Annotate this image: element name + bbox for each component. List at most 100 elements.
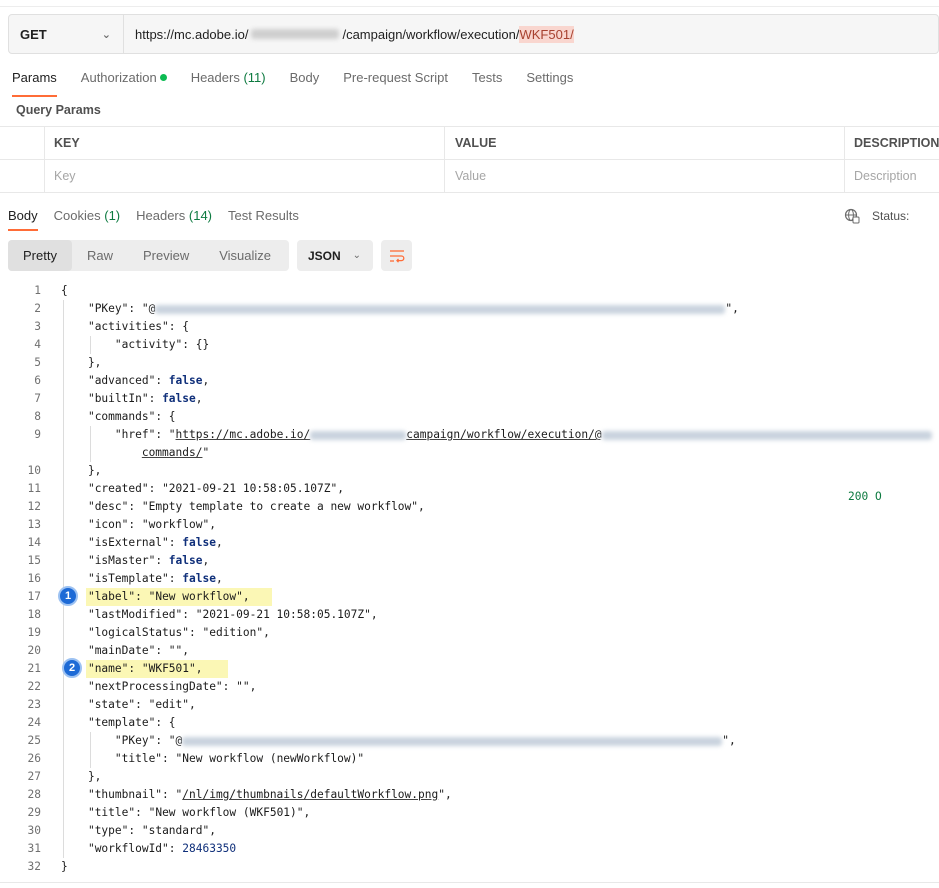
code-line: 14 "isExternal": false, — [27, 536, 223, 549]
method-select[interactable]: GET ⌄ — [9, 15, 124, 53]
code-line: 13 "icon": "workflow", — [27, 518, 216, 531]
params-table: KEY VALUE DESCRIPTION Key Value Descript… — [0, 126, 939, 193]
tab-count: (11) — [243, 70, 266, 85]
code-line: 20 "mainDate": "", — [27, 644, 190, 657]
tab-response-headers[interactable]: Headers (14) — [136, 208, 228, 223]
code-line: 5 }, — [34, 356, 102, 369]
view-visualize-button[interactable]: Visualize — [204, 240, 286, 271]
tab-label: Tests — [472, 70, 503, 85]
code-line: 29 "title": "New workflow (WKF501)", — [27, 806, 311, 819]
url-suffix: / — [570, 25, 574, 43]
code-line: 25 "PKey": "@ ", — [27, 734, 736, 747]
tab-label: Headers — [136, 208, 186, 223]
code-line: 21 "name": "WKF501", — [27, 662, 203, 675]
tab-label: Body — [8, 208, 38, 223]
code-line: 9 "href": "https://mc.adobe.io/campaign/… — [0, 426, 939, 444]
format-select[interactable]: JSON ⌄ — [297, 240, 373, 271]
code-line: 7 "builtIn": false, — [34, 392, 203, 405]
code-line: 27 }, — [27, 770, 102, 783]
format-label: JSON — [308, 248, 341, 263]
tab-label: Params — [12, 70, 57, 85]
code-line: 23 "state": "edit", — [27, 698, 196, 711]
header-key: KEY — [44, 127, 444, 159]
code-line: 12 "desc": "Empty template to create a n… — [27, 500, 425, 513]
tab-pre-request-script[interactable]: Pre-request Script — [331, 70, 460, 92]
code-line: 24 "template": { — [27, 716, 176, 729]
request-tabs: Params Authorization Headers (11) Body P… — [12, 70, 585, 97]
view-preview-button[interactable]: Preview — [128, 240, 204, 271]
tab-label: Test Results — [228, 208, 299, 223]
bottom-divider — [0, 882, 939, 883]
tab-settings[interactable]: Settings — [514, 70, 585, 92]
tab-label: Pre-request Script — [343, 70, 449, 85]
tab-headers[interactable]: Headers (11) — [179, 70, 278, 92]
chevron-down-icon: ⌄ — [101, 28, 111, 41]
code-line: 19 "logicalStatus": "edition", — [27, 626, 270, 639]
response-status: Status: 200 O — [844, 208, 910, 503]
table-row: Key Value Description — [0, 160, 939, 193]
tab-label: Settings — [526, 70, 574, 85]
tab-count: (1) — [104, 208, 121, 223]
code-line: 30 "type": "standard", — [27, 824, 216, 837]
code-line: 28 "thumbnail": "/nl/img/thumbnails/defa… — [27, 788, 452, 801]
view-mode-switch: Pretty Raw Preview Visualize — [8, 240, 289, 271]
code-line: 1{ — [34, 284, 68, 297]
value-input[interactable]: Value — [444, 160, 844, 192]
code-line: 15 "isMaster": false, — [27, 554, 210, 567]
table-header-row: KEY VALUE DESCRIPTION — [0, 127, 939, 160]
wrap-lines-button[interactable] — [381, 240, 412, 271]
response-body-code[interactable]: 1{ 2 "PKey": "@ ", 3 "activities": { 4 "a… — [0, 282, 939, 876]
code-line: commands/" — [141, 446, 210, 459]
tab-test-results[interactable]: Test Results — [228, 208, 315, 223]
code-line: 10 }, — [27, 464, 102, 477]
url-input[interactable]: https://mc.adobe.io/ /campaign/workflow/… — [124, 25, 574, 43]
redacted-segment — [251, 29, 340, 39]
globe-icon[interactable] — [844, 208, 860, 224]
url-bar[interactable]: GET ⌄ https://mc.adobe.io/ /campaign/wor… — [8, 14, 939, 54]
code-line: 32} — [27, 860, 68, 873]
callout-badge-1: 1 — [58, 586, 78, 606]
tab-count: (14) — [188, 208, 213, 223]
method-label: GET — [20, 26, 47, 42]
url-highlight: WKF501 — [519, 25, 571, 43]
key-input[interactable]: Key — [44, 160, 444, 192]
header-description: DESCRIPTION — [844, 127, 939, 159]
code-line: 8 "commands": { — [34, 410, 176, 423]
header-value: VALUE — [444, 127, 844, 159]
code-line: 6 "advanced": false, — [34, 374, 210, 387]
response-tabs: Body Cookies (1) Headers (14) Test Resul… — [8, 208, 315, 231]
view-raw-button[interactable]: Raw — [72, 240, 128, 271]
callout-badge-2: 2 — [62, 658, 82, 678]
code-line: 18 "lastModified": "2021-09-21 10:58:05.… — [27, 608, 378, 621]
tab-params[interactable]: Params — [12, 70, 69, 97]
checkbox-column — [0, 127, 44, 159]
url-prefix: https://mc.adobe.io/ — [135, 26, 249, 42]
tab-label: Authorization — [80, 70, 157, 85]
code-line: 16 "isTemplate": false, — [27, 572, 223, 585]
query-params-title: Query Params — [16, 103, 101, 117]
tab-body[interactable]: Body — [278, 70, 332, 92]
code-line: 17 "label": "New workflow", — [27, 590, 250, 603]
tab-response-body[interactable]: Body — [8, 208, 54, 231]
tab-cookies[interactable]: Cookies (1) — [54, 208, 136, 223]
wrap-lines-icon — [389, 249, 404, 263]
tab-label: Cookies — [53, 208, 101, 223]
code-line: 26 "title": "New workflow (newWorkflow)" — [27, 752, 365, 765]
tab-label: Headers — [190, 70, 240, 85]
top-divider — [0, 6, 939, 7]
tab-label: Body — [289, 70, 320, 85]
row-checkbox[interactable] — [0, 160, 44, 192]
tab-tests[interactable]: Tests — [460, 70, 514, 92]
code-line: 4 "activity": {} — [34, 338, 210, 351]
chevron-down-icon: ⌄ — [352, 250, 361, 261]
view-pretty-button[interactable]: Pretty — [8, 240, 72, 271]
code-line: 11 "created": "2021-09-21 10:58:05.107Z"… — [27, 482, 344, 495]
tab-authorization[interactable]: Authorization — [69, 70, 179, 92]
url-path: /campaign/workflow/execution/ — [342, 26, 520, 42]
code-line: 2 "PKey": "@ ", — [34, 302, 739, 315]
status-label: Status: — [872, 209, 910, 223]
code-line: 31 "workflowId": 28463350 — [27, 842, 237, 855]
code-line: 22 "nextProcessingDate": "", — [27, 680, 257, 693]
status-dot-icon — [159, 74, 167, 81]
description-input[interactable]: Description — [844, 160, 939, 192]
